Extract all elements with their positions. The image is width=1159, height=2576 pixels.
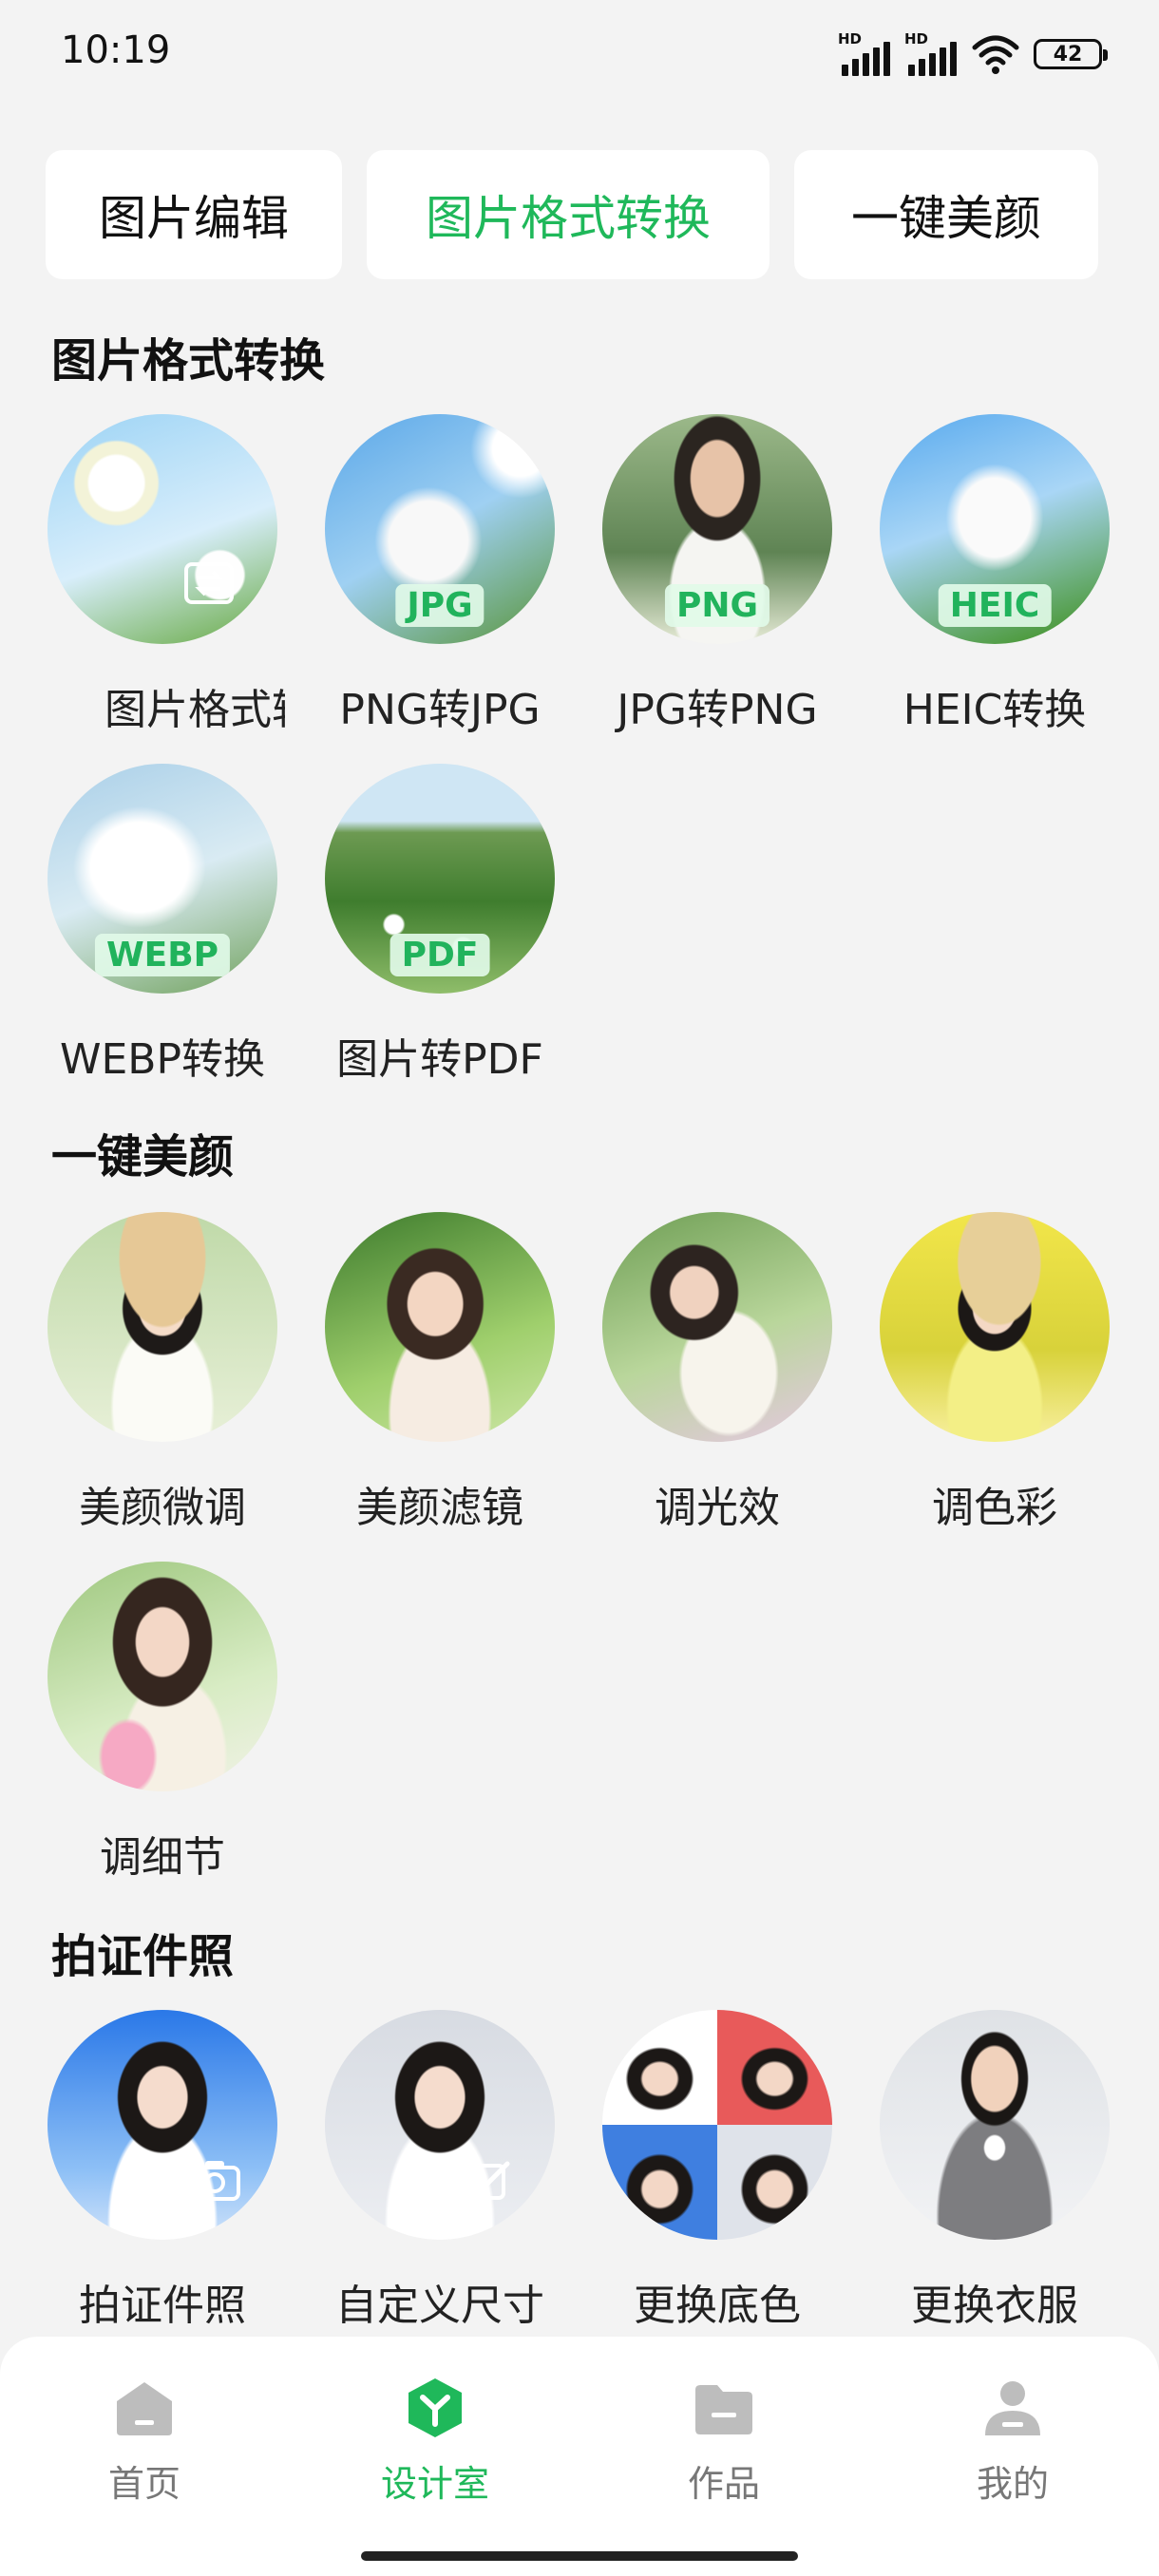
edit-icon xyxy=(469,2161,510,2200)
format-badge: HEIC xyxy=(938,584,1052,627)
section-title-format: 图片格式转换 xyxy=(51,334,326,388)
folder-icon xyxy=(695,2385,752,2434)
signal-icon: HD xyxy=(904,30,958,76)
tool-label: PNG转JPG xyxy=(339,686,541,734)
status-bar: 10:19 HD HD 42 xyxy=(0,0,1159,114)
format-badge: JPG xyxy=(395,584,484,627)
convert-icon xyxy=(184,562,234,604)
camera-icon xyxy=(189,2161,240,2201)
nav-design[interactable]: 设计室 xyxy=(340,2375,530,2507)
tool-thumbnail xyxy=(880,2010,1110,2240)
bottom-nav: 首页 设计室 作品 我的 xyxy=(0,2337,1159,2576)
tool-label: 调光效 xyxy=(655,1484,780,1532)
tab-image-edit[interactable]: 图片编辑 xyxy=(46,150,342,279)
tool-label: 调色彩 xyxy=(932,1484,1057,1532)
tool-thumbnail: JPG xyxy=(325,414,555,644)
home-indicator xyxy=(361,2551,798,2561)
home-icon xyxy=(117,2382,172,2435)
format-badge: WEBP xyxy=(94,934,231,976)
nav-label: 设计室 xyxy=(380,2463,489,2505)
tool-label: 美颜微调 xyxy=(79,1484,246,1532)
tool-thumbnail xyxy=(48,2010,277,2240)
tool-label: 拍证件照 xyxy=(79,2282,246,2330)
tool-label: 自定义尺寸 xyxy=(335,2282,544,2330)
nav-mine[interactable]: 我的 xyxy=(918,2375,1108,2507)
tool-thumbnail xyxy=(602,2010,832,2240)
status-icons: HD HD 42 xyxy=(838,30,1108,76)
tool-label: 调细节 xyxy=(100,1833,225,1882)
tool-thumbnail: PDF xyxy=(325,764,555,994)
tool-thumbnail: WEBP xyxy=(48,764,277,994)
tool-thumbnail xyxy=(880,1212,1110,1442)
signal-icon: HD xyxy=(838,30,891,76)
tool-thumbnail xyxy=(602,1212,832,1442)
tool-label: 更换底色 xyxy=(634,2282,801,2330)
tool-thumbnail xyxy=(48,1562,277,1791)
tool-label: HEIC转换 xyxy=(902,686,1087,734)
tool-thumbnail xyxy=(48,1212,277,1442)
nav-label: 首页 xyxy=(107,2463,180,2505)
section-title-beauty: 一键美颜 xyxy=(51,1130,235,1184)
tool-thumbnail xyxy=(325,1212,555,1442)
wifi-icon xyxy=(972,35,1019,74)
tool-label: 图片格式转换 xyxy=(104,686,285,734)
tool-label: 美颜滤镜 xyxy=(356,1484,523,1532)
nav-label: 我的 xyxy=(976,2463,1049,2505)
section-title-id-photo: 拍证件照 xyxy=(51,1930,235,1983)
tool-thumbnail xyxy=(48,414,277,644)
nav-label: 作品 xyxy=(687,2463,760,2505)
format-badge: PNG xyxy=(664,584,770,627)
nav-home[interactable]: 首页 xyxy=(49,2375,239,2507)
user-icon xyxy=(985,2381,1040,2435)
battery-icon: 42 xyxy=(1034,39,1108,69)
format-badge: PDF xyxy=(390,934,490,976)
tab-one-key-beauty[interactable]: 一键美颜 xyxy=(794,150,1098,279)
tab-label: 图片编辑 xyxy=(99,191,289,246)
tool-thumbnail: HEIC xyxy=(880,414,1110,644)
battery-level: 42 xyxy=(1053,42,1083,66)
tab-label: 一键美颜 xyxy=(851,191,1041,246)
tool-label: 图片转PDF xyxy=(336,1035,543,1084)
tool-label: JPG转PNG xyxy=(617,686,818,734)
tool-label: WEBP转换 xyxy=(59,1035,266,1084)
design-icon xyxy=(408,2378,462,2437)
tool-thumbnail xyxy=(325,2010,555,2240)
tab-label: 图片格式转换 xyxy=(426,191,711,246)
tool-label: 更换衣服 xyxy=(911,2282,1078,2330)
nav-works[interactable]: 作品 xyxy=(629,2375,819,2507)
tool-thumbnail: PNG xyxy=(602,414,832,644)
tab-format-convert[interactable]: 图片格式转换 xyxy=(367,150,770,279)
status-time: 10:19 xyxy=(61,28,171,72)
